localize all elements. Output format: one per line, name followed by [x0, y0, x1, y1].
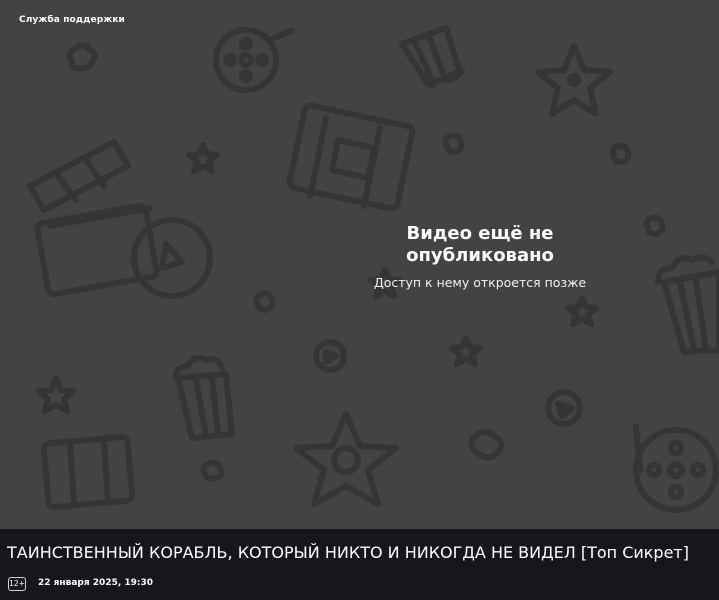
star-icon [186, 142, 220, 174]
star-icon [36, 375, 76, 414]
video-info: ТАИНСТВЕННЫЙ КОРАБЛЬ, КОТОРЫЙ НИКТО И НИ… [0, 529, 719, 600]
popcorn-icon [655, 254, 719, 355]
film-strip-icon [286, 102, 416, 212]
film-reel-icon [213, 27, 295, 93]
popcorn-icon [173, 355, 235, 441]
popcorn-icon [399, 25, 465, 89]
play-circle-icon [313, 339, 347, 373]
video-unavailable-notice: Видео ещё не опубликовано Доступ к нему … [350, 223, 610, 291]
popcorn-icon [643, 214, 666, 237]
star-icon [565, 295, 599, 327]
video-page: Служба поддержки Видео ещё не опубликова… [0, 0, 719, 600]
film-reel-icon [633, 423, 719, 513]
notice-subtitle: Доступ к нему откроется позже [373, 275, 587, 290]
video-title: ТАИНСТВЕННЫЙ КОРАБЛЬ, КОТОРЫЙ НИКТО И НИ… [7, 543, 689, 562]
film-strip-icon [40, 433, 136, 511]
star-icon [293, 411, 399, 507]
star-icon [449, 335, 483, 367]
play-circle-icon [545, 389, 583, 427]
popcorn-icon [609, 142, 632, 165]
video-player[interactable]: Служба поддержки Видео ещё не опубликова… [0, 0, 719, 529]
popcorn-icon [66, 42, 98, 72]
popcorn-icon [442, 132, 465, 155]
publish-date: 22 января 2025, 19:30 [38, 578, 154, 588]
notice-title: Видео ещё не опубликовано [406, 223, 554, 266]
popcorn-icon [253, 290, 276, 313]
play-circle-icon [131, 217, 213, 299]
support-link[interactable]: Служба поддержки [19, 15, 125, 25]
popcorn-icon [200, 459, 225, 482]
popcorn-icon [468, 428, 505, 461]
age-rating-badge: 12+ [8, 577, 26, 591]
